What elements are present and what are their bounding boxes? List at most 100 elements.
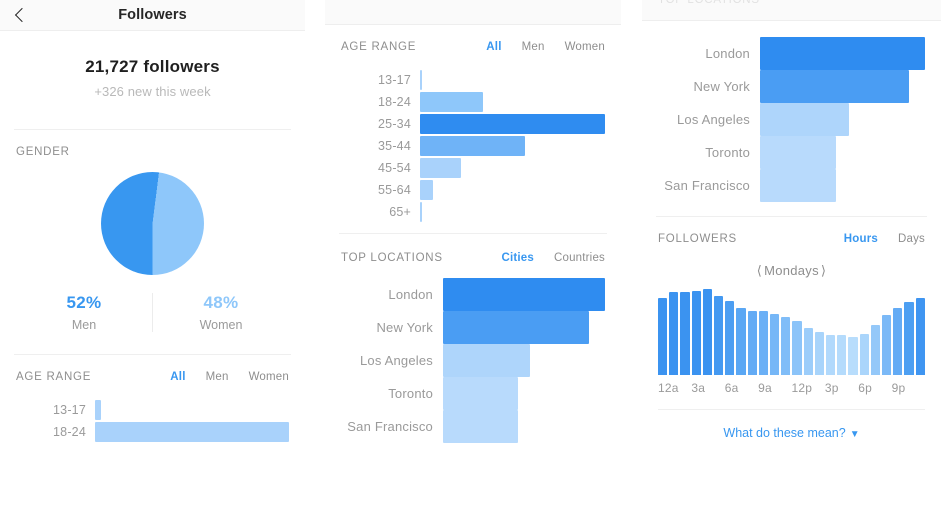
bar [760, 136, 836, 169]
footer-link-label: What do these mean? [723, 426, 846, 440]
axis-tick-label: 9a [758, 381, 772, 395]
bar-row: New York [654, 70, 925, 103]
bar [420, 180, 433, 200]
axis-tick-label: 9p [891, 381, 906, 395]
chevron-left-icon [14, 7, 29, 23]
bar-track [420, 91, 605, 113]
bar-track [443, 278, 605, 311]
bar-label: 65+ [389, 205, 411, 219]
bar-track [760, 103, 925, 136]
gender-pie-chart [0, 162, 305, 277]
legend-item-women: 48% Women [153, 293, 289, 332]
hour-bar [915, 297, 925, 375]
hour-bar [814, 332, 825, 375]
hour-bar [893, 307, 903, 375]
bar-row: 13-17 [12, 399, 289, 421]
hour-bar [848, 337, 858, 375]
bar-label: 25-34 [378, 117, 411, 131]
followers-summary: 21,727 followers +326 new this week [0, 31, 305, 129]
bar-row: London [654, 37, 925, 70]
bar-row: 35-44 [337, 135, 605, 157]
bar-label: 18-24 [378, 95, 411, 109]
age-range-bar-chart: 13-17 18-24 25-34 35-44 45-54 55-64 65+ [325, 57, 621, 233]
ghost-section-header: TOP LOCATIONS [642, 0, 941, 14]
bar-track [420, 157, 605, 179]
age-range-tabs: All Men Women [486, 41, 605, 53]
bar-row: New York [337, 311, 605, 344]
women-label: Women [199, 318, 243, 332]
hours-axis: 12a 3a 6a 9a 12p 3p 6p 9p [642, 375, 941, 395]
followers-by-hour-chart [642, 289, 941, 375]
navbar-strip: TOP LOCATIONS [642, 0, 941, 21]
age-range-section-header: AGE RANGE All Men Women [325, 25, 621, 57]
hour-bar [870, 325, 881, 375]
tab-all[interactable]: All [170, 371, 185, 383]
gender-section-title: GENDER [16, 146, 70, 158]
ghost-section-title: TOP LOCATIONS [658, 0, 760, 6]
tab-hours[interactable]: Hours [844, 233, 878, 245]
bar-label: 13-17 [378, 73, 411, 87]
bar-track [443, 410, 605, 443]
navbar-strip [325, 0, 621, 25]
bar-track [760, 169, 925, 202]
followers-delta: +326 new this week [94, 84, 211, 99]
hour-bar [859, 333, 869, 375]
hour-bar [736, 307, 746, 375]
bar-track [443, 377, 605, 410]
gender-section-header: GENDER [0, 130, 305, 162]
age-range-section-header: AGE RANGE All Men Women [0, 355, 305, 387]
axis-tick-label: 12p [791, 381, 813, 395]
bar-row: 55-64 [337, 179, 605, 201]
bar-label: Toronto [388, 386, 433, 401]
followers-section-title: FOLLOWERS [658, 233, 737, 245]
bar-row: 13-17 [337, 69, 605, 91]
what-do-these-mean-link[interactable]: What do these mean? ▼ [642, 410, 941, 448]
hour-bar [702, 289, 713, 375]
top-locations-bar-chart: London New York Los Angeles Toronto San Fran… [325, 268, 621, 457]
bar-row: 18-24 [337, 91, 605, 113]
hour-bar [747, 310, 757, 375]
hour-bar [691, 290, 701, 375]
hour-bar [882, 314, 892, 375]
axis-tick-label: 6a [724, 381, 739, 395]
hour-bar [904, 301, 914, 375]
back-button[interactable] [0, 0, 40, 30]
tab-cities[interactable]: Cities [501, 252, 534, 264]
bar [420, 158, 461, 178]
day-label: Mondays [764, 263, 819, 278]
hour-bar [669, 292, 679, 375]
followers-tabs: Hours Days [844, 233, 925, 245]
hour-bar [792, 320, 802, 375]
bar-row: 65+ [337, 201, 605, 223]
tab-countries[interactable]: Countries [554, 252, 605, 264]
age-range-tabs: All Men Women [170, 371, 289, 383]
tab-men[interactable]: Men [522, 41, 545, 53]
bar [420, 114, 605, 134]
bar-label: 35-44 [378, 139, 411, 153]
next-day-button[interactable]: ⟩ [819, 263, 828, 278]
axis-tick-label: 3a [691, 381, 706, 395]
prev-day-button[interactable]: ⟨ [755, 263, 764, 278]
tab-women[interactable]: Women [249, 371, 289, 383]
bar-label: 18-24 [53, 425, 86, 439]
bar-label: Toronto [705, 145, 750, 160]
hour-bar [714, 295, 724, 375]
tab-days[interactable]: Days [898, 233, 925, 245]
bar-label: 13-17 [53, 403, 86, 417]
tab-all[interactable]: All [486, 41, 501, 53]
bar-track [443, 311, 605, 344]
top-locations-section-header: TOP LOCATIONS Cities Countries [325, 234, 621, 268]
bar [443, 410, 518, 443]
panel-locations-and-hours: TOP LOCATIONS London New York Los Angeles T… [642, 0, 941, 508]
page-title: Followers [118, 7, 187, 23]
bar-label: New York [376, 320, 433, 335]
bar-label: San Francisco [347, 419, 433, 434]
top-locations-section-title: TOP LOCATIONS [341, 252, 443, 264]
top-locations-tabs: Cities Countries [501, 252, 605, 264]
tab-women[interactable]: Women [565, 41, 605, 53]
bar-label: 55-64 [378, 183, 411, 197]
tab-men[interactable]: Men [206, 371, 229, 383]
age-range-section-title: AGE RANGE [16, 371, 92, 383]
gender-legend: 52% Men 48% Women [16, 293, 289, 332]
bar-row: Los Angeles [654, 103, 925, 136]
